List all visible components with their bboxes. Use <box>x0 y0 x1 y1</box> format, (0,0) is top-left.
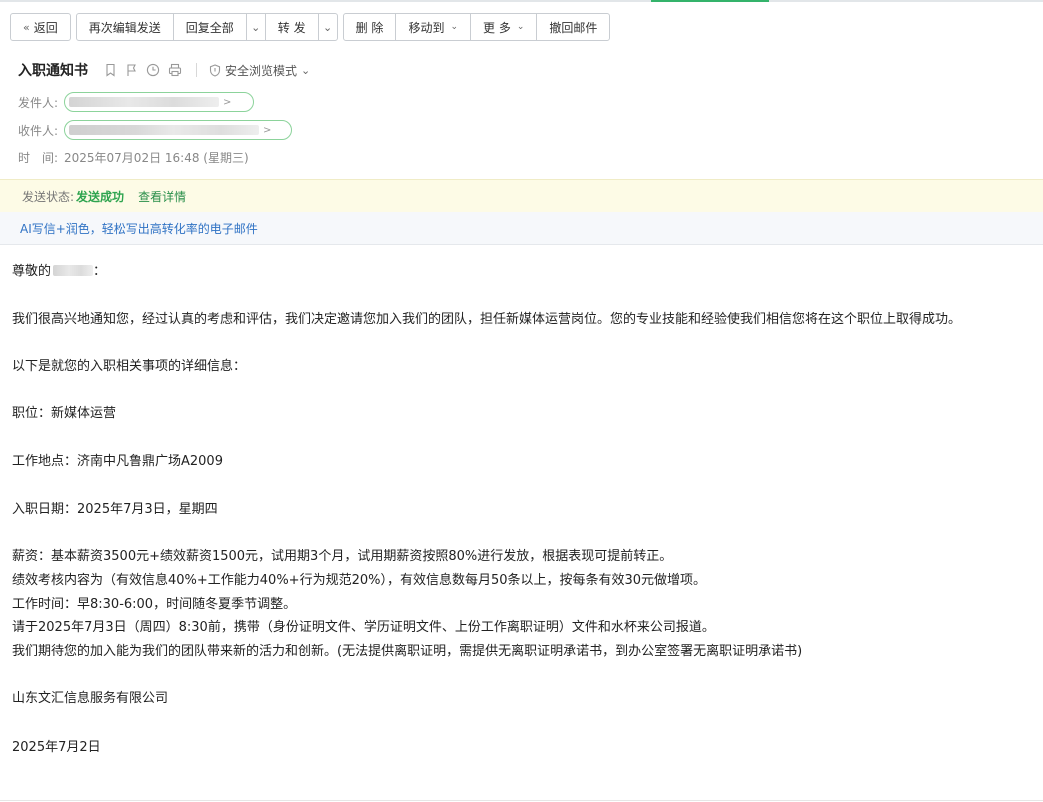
flag-icon[interactable] <box>125 63 138 77</box>
subject-actions: 安全浏览模式 ⌄ <box>104 62 310 79</box>
report-line: 请于2025年7月3日（周四）8:30前，携带（身份证明文件、学历证明文件、上份… <box>12 620 715 635</box>
hours-line: 工作时间：早8:30-6:00，时间随冬夏季节调整。 <box>12 597 297 612</box>
mail-toolbar: « 返回 再次编辑发送 回复全部 ⌄ 转 发 ⌄ 删 除 移动到 ⌄ 更 多 ⌄… <box>10 13 611 41</box>
chevron-right-icon: > <box>223 96 232 108</box>
more-button[interactable]: 更 多 ⌄ <box>471 14 538 40</box>
to-label: 收件人: <box>18 123 59 138</box>
from-row: 发件人: > <box>18 92 254 112</box>
bookmark-icon[interactable] <box>104 63 117 77</box>
recipient-chip[interactable]: > <box>64 120 292 140</box>
status-value: 发送成功 <box>76 190 125 204</box>
salary-line: 薪资：基本薪资3500元+绩效薪资1500元，试用期3个月，试用期薪资按照80%… <box>12 549 673 564</box>
double-chevron-left-icon: « <box>23 20 30 34</box>
time-label: 时 间: <box>18 151 59 165</box>
forward-button[interactable]: 转 发 <box>266 14 319 40</box>
status-detail-link[interactable]: 查看详情 <box>138 188 186 205</box>
location-line: 工作地点：济南中凡鲁鼎广场A2009 <box>12 454 223 469</box>
kpi-line: 绩效考核内容为（有效信息40%+工作能力40%+行为规范20%），有效信息数每月… <box>12 573 707 588</box>
sender-chip[interactable]: > <box>64 92 254 112</box>
chevron-down-icon: ⌄ <box>450 22 458 32</box>
reply-dropdown-button[interactable]: ⌄ <box>247 14 266 40</box>
company-signature: 山东文汇信息服务有限公司 <box>12 691 169 706</box>
redacted-recipient <box>69 125 259 135</box>
chevron-down-icon: ⌄ <box>301 63 311 77</box>
reply-all-button[interactable]: 回复全部 <box>174 14 247 40</box>
ai-write-link[interactable]: AI写信+润色，轻松写出高转化率的电子邮件 <box>20 220 258 237</box>
send-status-bar: 发送状态: 发送成功 查看详情 <box>0 179 1043 213</box>
time-row: 时 间: 2025年07月02日 16:48 (星期三) <box>18 149 249 166</box>
body-paragraph-1: 我们很高兴地通知您，经过认真的考虑和评估，我们决定邀请您加入我们的团队，担任新媒… <box>12 312 962 327</box>
shield-icon <box>209 63 221 77</box>
status-label: 发送状态: <box>22 190 75 204</box>
bottom-divider <box>0 800 1043 801</box>
reply-group: 再次编辑发送 回复全部 ⌄ 转 发 ⌄ <box>75 13 338 41</box>
body-paragraph-2: 以下是就您的入职相关事项的详细信息： <box>12 359 247 374</box>
chevron-down-icon: ⌄ <box>516 22 525 32</box>
redacted-name <box>53 265 94 276</box>
from-label: 发件人: <box>18 95 59 110</box>
chevron-down-icon: ⌄ <box>251 20 261 34</box>
closing-line: 我们期待您的加入能为我们的团队带来新的活力和创新。(无法提供离职证明，需提供无离… <box>12 644 803 659</box>
divider <box>196 63 197 77</box>
move-to-label: 移动到 <box>408 20 445 35</box>
start-date-line: 入职日期：2025年7月3日，星期四 <box>12 502 218 517</box>
to-row: 收件人: > <box>18 120 292 140</box>
chevron-down-icon: ⌄ <box>323 20 333 34</box>
ai-promo-bar: AI写信+润色，轻松写出高转化率的电子邮件 <box>0 212 1043 245</box>
greeting-suffix: ： <box>93 264 107 279</box>
secure-mode-toggle[interactable]: 安全浏览模式 ⌄ <box>209 62 310 79</box>
subject-row: 入职通知书 安全浏览模式 ⌄ <box>18 60 310 80</box>
move-to-button[interactable]: 移动到 ⌄ <box>396 14 471 40</box>
redacted-sender <box>69 97 219 107</box>
back-button[interactable]: « 返回 <box>11 14 70 40</box>
forward-dropdown-button[interactable]: ⌄ <box>319 14 337 40</box>
more-label: 更 多 <box>483 20 511 35</box>
recall-button[interactable]: 撤回邮件 <box>537 14 609 40</box>
clock-icon[interactable] <box>146 63 160 77</box>
time-value: 2025年07月02日 16:48 (星期三) <box>64 151 249 165</box>
signature-date: 2025年7月2日 <box>12 740 101 755</box>
greeting-prefix: 尊敬的 <box>12 264 52 279</box>
secure-mode-label: 安全浏览模式 <box>225 63 298 78</box>
top-accent-bar <box>0 0 1043 2</box>
greeting: 尊敬的 ： <box>12 260 106 279</box>
manage-group: 删 除 移动到 ⌄ 更 多 ⌄ 撤回邮件 <box>342 13 611 41</box>
back-label: 返回 <box>33 20 58 35</box>
print-icon[interactable] <box>168 63 182 77</box>
chevron-right-icon: > <box>263 124 272 136</box>
position-line: 职位：新媒体运营 <box>12 406 117 421</box>
active-tab-indicator <box>651 0 769 2</box>
subject-title: 入职通知书 <box>18 63 88 79</box>
delete-button[interactable]: 删 除 <box>344 14 397 40</box>
back-group: « 返回 <box>10 13 71 41</box>
reedit-button[interactable]: 再次编辑发送 <box>77 14 174 40</box>
